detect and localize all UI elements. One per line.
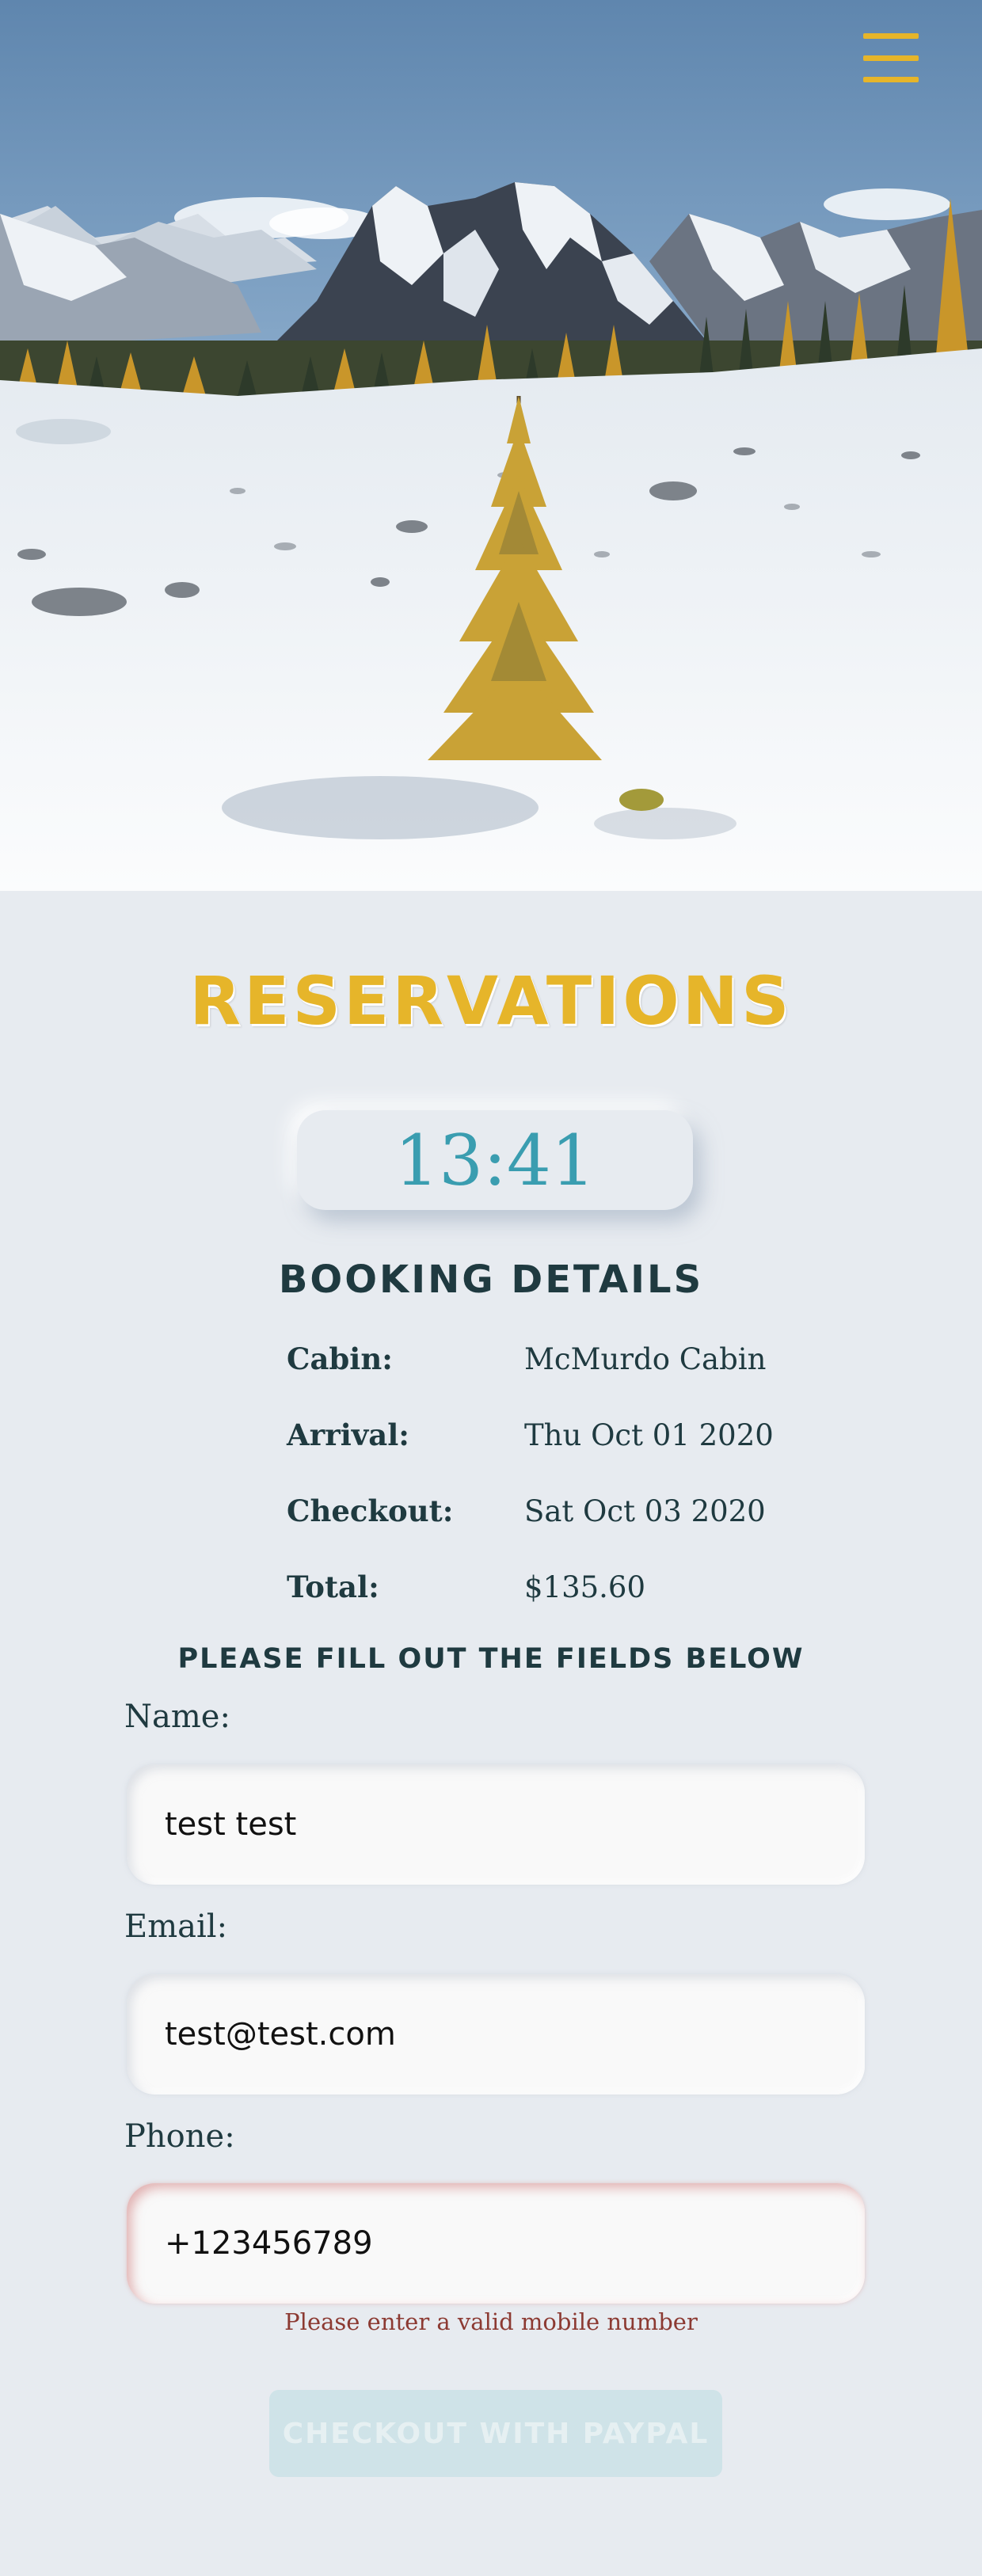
- detail-value: Sat Oct 03 2020: [524, 1493, 766, 1528]
- phone-error-message: Please enter a valid mobile number: [284, 2308, 698, 2335]
- detail-row-cabin: Cabin: McMurdo Cabin: [287, 1339, 841, 1379]
- email-input[interactable]: [127, 1974, 865, 2095]
- menu-line: [863, 77, 919, 82]
- phone-label: Phone:: [124, 2118, 235, 2155]
- name-label: Name:: [124, 1699, 230, 1735]
- reservation-timer: 13:41: [297, 1110, 693, 1210]
- booking-details-heading: BOOKING DETAILS: [278, 1258, 704, 1302]
- page-title: RESERVATIONS: [189, 962, 793, 1040]
- email-label: Email:: [124, 1908, 228, 1945]
- hamburger-menu-icon[interactable]: [863, 33, 919, 82]
- detail-label: Checkout:: [287, 1493, 454, 1528]
- detail-label: Cabin:: [287, 1341, 393, 1376]
- detail-label: Arrival:: [287, 1417, 409, 1452]
- menu-line: [863, 33, 919, 39]
- detail-row-arrival: Arrival: Thu Oct 01 2020: [287, 1415, 841, 1455]
- detail-row-total: Total: $135.60: [287, 1567, 841, 1607]
- mountain-landscape-illustration: [0, 0, 982, 891]
- detail-row-checkout: Checkout: Sat Oct 03 2020: [287, 1491, 841, 1531]
- name-input[interactable]: [127, 1764, 865, 1885]
- phone-input[interactable]: [127, 2183, 865, 2304]
- form-instructions-heading: PLEASE FILL OUT THE FIELDS BELOW: [177, 1643, 805, 1675]
- detail-value: McMurdo Cabin: [524, 1341, 767, 1376]
- detail-label: Total:: [287, 1570, 379, 1604]
- detail-value: Thu Oct 01 2020: [524, 1417, 774, 1452]
- checkout-with-paypal-button[interactable]: CHECKOUT WITH PAYPAL: [269, 2390, 722, 2477]
- menu-line: [863, 55, 919, 61]
- detail-value: $135.60: [524, 1570, 646, 1604]
- hero-image: [0, 0, 982, 891]
